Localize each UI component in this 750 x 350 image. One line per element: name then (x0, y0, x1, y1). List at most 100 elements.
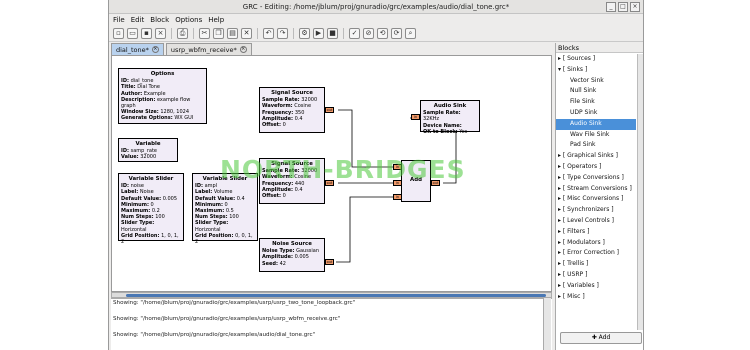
open-file-icon[interactable]: ▭ (127, 28, 138, 39)
tree-item-label: [ Graphical Sinks ] (562, 152, 618, 160)
close-file-icon[interactable]: × (155, 28, 166, 39)
blocks-tree: ▸ [ Sources ] ▾ [ Sinks ] Vector Sink Null … (556, 54, 636, 330)
console-vertical-scrollbar[interactable] (543, 298, 551, 350)
tree-item[interactable]: Vector Sink (556, 76, 636, 87)
delete-icon[interactable]: ✕ (241, 28, 252, 39)
block-title: Noise Source (272, 241, 312, 247)
tree-item[interactable]: ▸ [ Error Correction ] (556, 248, 636, 259)
tree-item-label: [ Trellis ] (562, 260, 589, 268)
tree-item-label: [ Error Correction ] (562, 249, 619, 257)
window-title: GRC - Editing: /home/jblum/proj/gnuradio… (242, 3, 510, 11)
paste-icon[interactable]: ▤ (227, 28, 238, 39)
tree-item-label: [ Modulators ] (562, 238, 605, 246)
block-title: Variable Slider (128, 176, 174, 182)
block-title: Variable (135, 141, 161, 147)
block-noise-source[interactable]: Noise Source Noise Type: Gaussian Amplit… (259, 238, 325, 272)
undo-icon[interactable]: ↶ (263, 28, 274, 39)
tree-item[interactable]: Wav File Sink (556, 130, 636, 141)
toolbar: ▫ ▭ ▪ × ⎙ ✂ ❐ ▤ ✕ ↶ ↷ ⚙ ▶ ■ ✓ ⊘ ⟲ ⟳ ⌕ (109, 26, 643, 42)
menu-edit[interactable]: Edit (131, 14, 145, 26)
save-icon[interactable]: ▪ (141, 28, 152, 39)
enable-icon[interactable]: ✓ (349, 28, 360, 39)
tree-item-label: [ Sinks ] (562, 65, 588, 73)
tab-usrp-wbfm-receive[interactable]: usrp_wbfm_receive* × (165, 43, 252, 55)
tab-dial-tone[interactable]: dial_tone* × (111, 43, 164, 55)
block-signal-source-1[interactable]: Signal Source Sample Rate: 32000 Wavefor… (259, 87, 325, 133)
stop-icon[interactable]: ■ (327, 28, 338, 39)
tree-item[interactable]: ▸ [ Modulators ] (556, 238, 636, 249)
port-out[interactable]: out (325, 259, 334, 265)
block-param: Offset: 0 (262, 122, 286, 129)
tree-item[interactable]: ▸ [ Trellis ] (556, 259, 636, 270)
scrollbar-thumb[interactable] (126, 294, 546, 297)
block-title: Options (150, 71, 175, 77)
close-tab-icon[interactable]: × (151, 46, 159, 53)
close-icon[interactable]: × (630, 2, 640, 12)
maximize-icon[interactable]: □ (618, 2, 628, 12)
menu-help[interactable]: Help (208, 14, 224, 26)
block-audio-sink[interactable]: Audio Sink Sample Rate: 32KHz Device Nam… (420, 100, 480, 135)
tree-item[interactable]: ▸ [ Filters ] (556, 227, 636, 238)
copy-icon[interactable]: ❐ (213, 28, 224, 39)
tree-item-label: [ Misc Conversions ] (562, 195, 624, 203)
block-variable[interactable]: Variable ID: samp_rate Value: 32000 (118, 138, 178, 162)
tree-item[interactable]: ▸ [ Sources ] (556, 54, 636, 65)
rotate-ccw-icon[interactable]: ⟲ (377, 28, 388, 39)
add-label: Add (598, 334, 611, 341)
block-title: Signal Source (271, 90, 313, 96)
tree-item[interactable]: ▸ [ Misc ] (556, 292, 636, 303)
watermark: NORTH-BRIDGES (220, 155, 466, 184)
execute-icon[interactable]: ▶ (313, 28, 324, 39)
new-file-icon[interactable]: ▫ (113, 28, 124, 39)
tree-item[interactable]: ▾ [ Sinks ] (556, 65, 636, 76)
tree-item-label: Pad Sink (570, 141, 596, 149)
port-out[interactable]: out (325, 107, 334, 113)
cut-icon[interactable]: ✂ (199, 28, 210, 39)
menu-options[interactable]: Options (175, 14, 202, 26)
toolbar-separator (257, 28, 258, 39)
generate-icon[interactable]: ⚙ (299, 28, 310, 39)
tree-item[interactable]: UDP Sink (556, 108, 636, 119)
tree-item[interactable]: File Sink (556, 97, 636, 108)
block-param: Offset: 0 (262, 193, 286, 200)
block-param: Seed: 42 (262, 260, 286, 267)
tree-item[interactable]: ▸ [ Graphical Sinks ] (556, 151, 636, 162)
toolbar-separator (193, 28, 194, 39)
tree-item[interactable]: ▸ [ Synchronizers ] (556, 205, 636, 216)
tree-item[interactable]: ▸ [ Misc Conversions ] (556, 194, 636, 205)
tree-item-label: [ Variables ] (562, 281, 599, 289)
tree-item[interactable]: ▸ [ Type Conversions ] (556, 173, 636, 184)
tree-item[interactable]: Pad Sink (556, 140, 636, 151)
menubar: File Edit Block Options Help (109, 14, 643, 26)
tree-item[interactable]: Null Sink (556, 86, 636, 97)
tree-item[interactable]: ▸ [ USRP ] (556, 270, 636, 281)
tree-item-label: [ Stream Conversions ] (562, 184, 632, 192)
minimize-icon[interactable]: _ (606, 2, 616, 12)
close-tab-icon[interactable]: × (239, 46, 247, 53)
print-icon[interactable]: ⎙ (177, 28, 188, 39)
block-variable-slider-noise[interactable]: Variable Slider ID: noise Label: Noise D… (118, 173, 184, 245)
find-icon[interactable]: ⌕ (405, 28, 416, 39)
port-in[interactable]: in (411, 114, 420, 120)
tree-item[interactable]: ▸ [ Variables ] (556, 281, 636, 292)
disable-icon[interactable]: ⊘ (363, 28, 374, 39)
block-param: Sample Rate: 32KHz (423, 110, 461, 123)
tab-bar: dial_tone* × usrp_wbfm_receive* × (111, 43, 252, 55)
add-block-button[interactable]: ✚ Add (560, 332, 642, 344)
block-title: Audio Sink (433, 103, 467, 109)
tree-item[interactable]: Audio Sink (556, 118, 636, 130)
connection-noise-add (336, 196, 394, 263)
redo-icon[interactable]: ↷ (277, 28, 288, 39)
tree-item-label: UDP Sink (570, 108, 598, 116)
tree-item[interactable]: ▸ [ Stream Conversions ] (556, 184, 636, 195)
blocks-tree-scrollbar[interactable] (637, 54, 643, 330)
tree-item[interactable]: ▸ [ Operators ] (556, 162, 636, 173)
menu-block[interactable]: Block (150, 14, 169, 26)
rotate-cw-icon[interactable]: ⟳ (391, 28, 402, 39)
block-options[interactable]: Options ID: dial_tone Title: Dial Tone A… (118, 68, 207, 124)
block-param: Value: 32000 (121, 154, 157, 161)
block-param: OK to Block: Yes (423, 128, 468, 135)
tree-item[interactable]: ▸ [ Level Controls ] (556, 216, 636, 227)
menu-file[interactable]: File (113, 14, 125, 26)
blocks-panel: Blocks ▸ [ Sources ] ▾ [ Sinks ] Vector Si… (555, 43, 643, 350)
